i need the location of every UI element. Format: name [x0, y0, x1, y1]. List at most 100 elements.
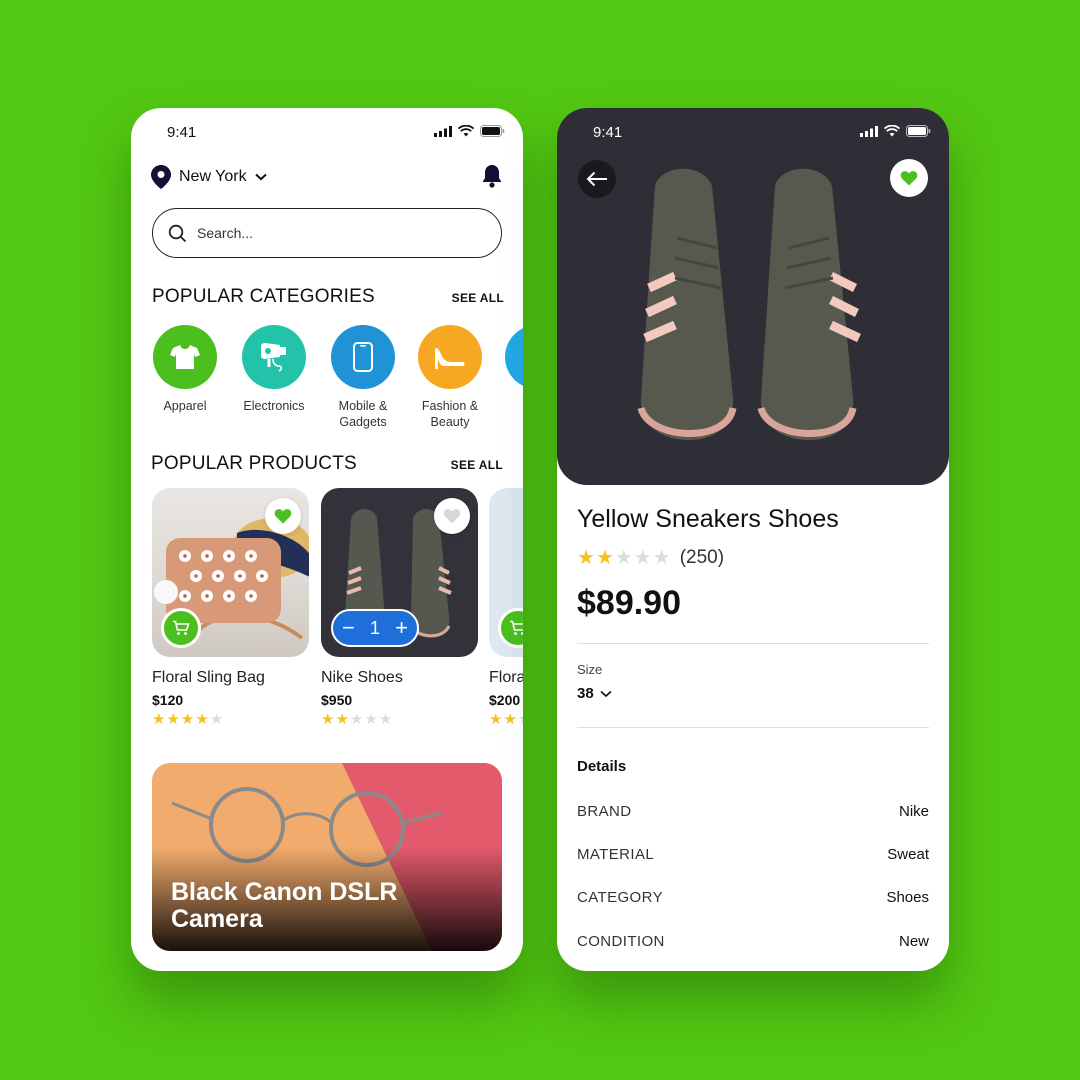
divider [577, 727, 929, 728]
category-fashion-beauty[interactable]: Fashion & Beauty [405, 325, 495, 430]
divider [577, 643, 929, 644]
star-icon: ★ [378, 711, 393, 728]
product-name: Floral Sling Bag [152, 669, 265, 686]
product-hero-image: 9:41 [557, 108, 949, 485]
star-icon: ★ [503, 711, 517, 728]
category-electronics[interactable]: Electronics [229, 325, 319, 414]
back-button[interactable] [578, 160, 616, 198]
cart-icon [510, 620, 523, 635]
sneakers-photo [637, 168, 861, 440]
add-to-cart-button[interactable] [498, 608, 523, 648]
star-icon: ★ [614, 547, 633, 569]
star-icon: ★ [209, 711, 224, 728]
spec-key: CONDITION [577, 933, 665, 950]
products-header: POPULAR PRODUCTS SEE ALL [151, 453, 503, 475]
chevron-down-icon [254, 173, 267, 181]
category-label: Electronics [243, 399, 305, 413]
spec-row: BRAND Nike [577, 803, 929, 820]
product-title: Yellow Sneakers Shoes [577, 505, 839, 533]
promo-banner[interactable]: Black Canon DSLR Camera [152, 763, 502, 951]
status-time: 9:41 [167, 124, 197, 141]
category-more[interactable] [492, 325, 523, 389]
product-price: $200 [489, 692, 521, 708]
product-price: $950 [321, 692, 353, 708]
product-name: Flora [489, 669, 523, 686]
spec-row: CONDITION New [577, 933, 929, 950]
product-price: $120 [152, 692, 184, 708]
star-icon: ★ [595, 547, 614, 569]
product-name: Nike Shoes [321, 669, 403, 686]
spec-row: MATERIAL Sweat [577, 846, 929, 863]
category-apparel[interactable]: Apparel [140, 325, 230, 414]
product-image [489, 488, 523, 657]
size-value: 38 [577, 685, 594, 702]
spec-key: CATEGORY [577, 889, 663, 906]
spec-key: BRAND [577, 803, 632, 820]
signal-icon [434, 125, 452, 137]
arrow-left-icon [586, 171, 607, 187]
search-bar[interactable]: Search... [152, 208, 502, 258]
product-rating: ★ ★ ★ ★ ★ [152, 712, 309, 728]
size-selector[interactable]: 38 [577, 685, 612, 702]
product-card[interactable]: Floral Sling Bag $120 ★ ★ ★ ★ ★ [152, 488, 309, 728]
star-icon: ★ [577, 547, 595, 569]
high-heel-icon [435, 348, 465, 369]
increment-button[interactable]: + [395, 617, 408, 639]
location-name: New York [179, 168, 247, 185]
see-all-products-link[interactable]: SEE ALL [451, 458, 503, 472]
search-input[interactable]: Search... [197, 225, 253, 241]
product-price: $89.90 [577, 584, 681, 622]
product-card[interactable]: Flora $200 ★★★ [489, 488, 523, 728]
favorite-button[interactable] [265, 498, 301, 534]
product-card[interactable]: − 1 + Nike Shoes $950 ★ ★ ★ ★ ★ [321, 488, 478, 728]
banner-title: Black Canon DSLR Camera [171, 878, 398, 933]
battery-icon [906, 125, 931, 137]
signal-icon [860, 125, 878, 137]
spec-key: MATERIAL [577, 846, 655, 863]
product-carousel: Floral Sling Bag $120 ★ ★ ★ ★ ★ − 1 + Ni… [131, 488, 523, 748]
star-icon: ★ [633, 547, 652, 569]
star-icon: ★ [152, 711, 166, 728]
spec-value: Sweat [887, 846, 929, 863]
add-to-cart-button[interactable] [161, 608, 201, 648]
category-list: Apparel Electronics Mobile & Gadgets Fas… [131, 325, 523, 435]
star-icon: ★ [180, 711, 195, 728]
see-all-categories-link[interactable]: SEE ALL [452, 291, 504, 305]
decrement-button[interactable]: − [342, 617, 355, 639]
rating-count: (250) [679, 547, 725, 568]
size-label: Size [577, 662, 603, 677]
product-image [152, 488, 309, 657]
product-rating: ★ ★ ★ ★ ★ [321, 712, 478, 728]
home-screen: 9:41 New York Search... POPULAR CATEGORI… [131, 108, 523, 971]
star-icon: ★ [195, 711, 209, 728]
heart-icon [274, 509, 292, 524]
quantity-stepper[interactable]: − 1 + [331, 609, 419, 647]
category-label: Mobile & Gadgets [338, 399, 388, 429]
spec-value: Shoes [886, 889, 929, 906]
star-icon: ★ [349, 711, 364, 728]
chevron-down-icon [600, 690, 612, 697]
heart-icon [900, 171, 918, 186]
location-selector[interactable]: New York [151, 165, 267, 189]
tshirt-icon [170, 345, 200, 369]
quantity-value: 1 [369, 617, 380, 638]
favorite-button[interactable] [434, 498, 470, 534]
notifications-button[interactable] [481, 164, 503, 193]
wifi-icon [884, 125, 900, 137]
product-detail-screen: 9:41 Yellow Sneakers Shoes ★ ★ ★ ★ ★ (250) $… [557, 108, 949, 971]
category-mobile-gadgets[interactable]: Mobile & Gadgets [318, 325, 408, 430]
wifi-icon [458, 125, 474, 137]
hairdryer-icon [261, 343, 286, 372]
star-icon: ★ [321, 711, 335, 728]
star-icon: ★ [652, 547, 671, 569]
smartphone-icon [353, 342, 373, 372]
battery-icon [480, 125, 505, 137]
favorite-button[interactable] [890, 159, 928, 197]
section-title: POPULAR PRODUCTS [151, 453, 357, 474]
star-icon: ★ [518, 712, 523, 728]
category-label: Apparel [163, 399, 207, 413]
category-label: Fashion & Beauty [421, 399, 479, 429]
spec-row: CATEGORY Shoes [577, 889, 929, 906]
section-title: POPULAR CATEGORIES [152, 286, 375, 307]
map-pin-icon [151, 165, 171, 189]
